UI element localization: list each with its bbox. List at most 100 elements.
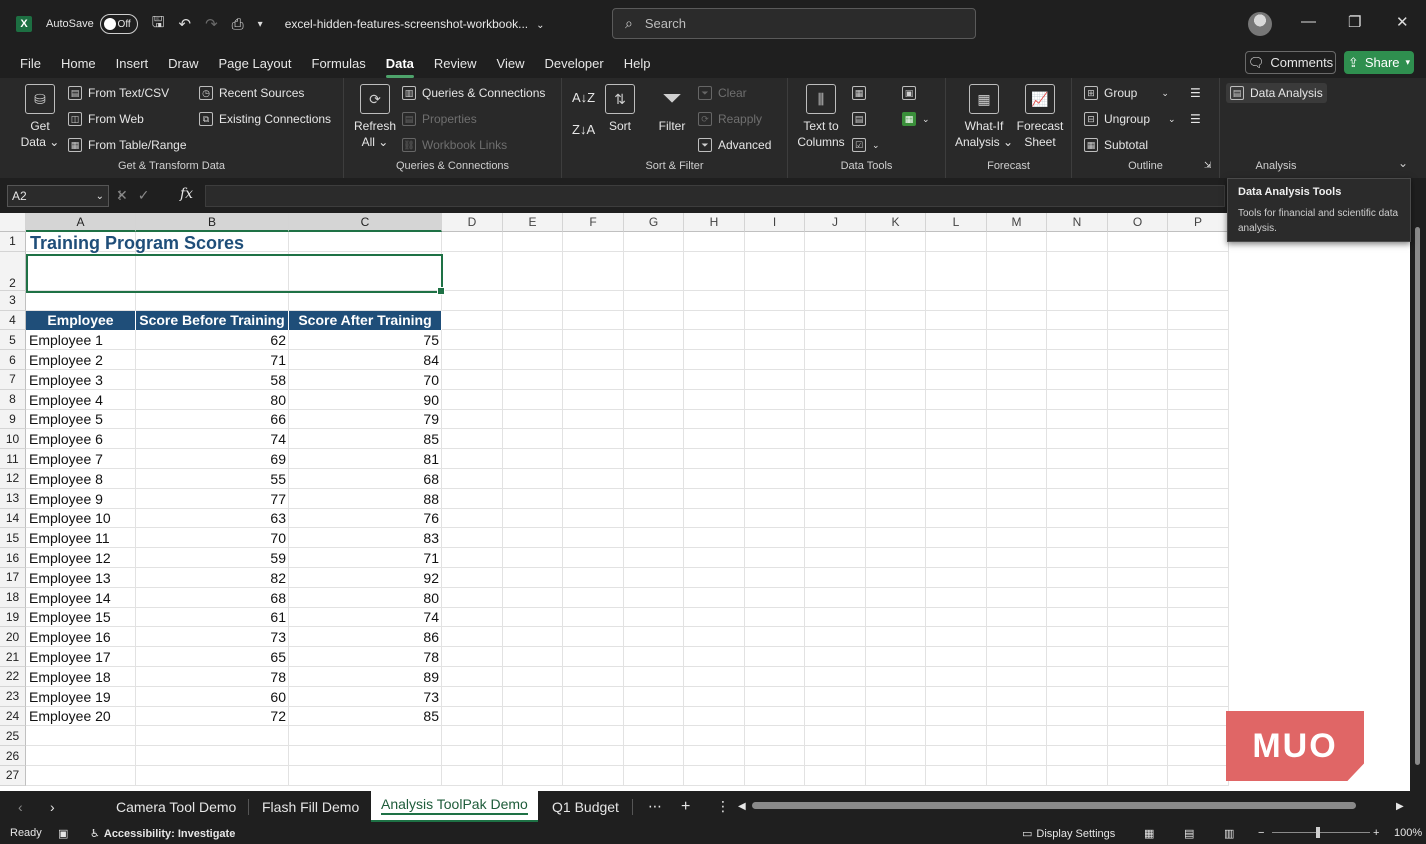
zoom-out-icon[interactable]: − xyxy=(1258,827,1264,839)
what-if-analysis-button[interactable]: ▦ What-If Analysis ⌄ xyxy=(954,84,1014,150)
table-cell[interactable]: 78 xyxy=(289,647,442,667)
save-icon[interactable]: 🖫 xyxy=(152,12,165,37)
zoom-slider-track[interactable] xyxy=(1272,832,1370,833)
horizontal-scrollbar[interactable] xyxy=(752,802,1356,809)
next-sheet-icon[interactable]: › xyxy=(50,791,55,822)
worksheet-grid[interactable]: ABCDEFGHIJKLMNOP 1 2 3 4 5 6 7 8 9 10 11 12 13 14 15 16… xyxy=(0,213,1410,791)
tab-q1-budget[interactable]: Q1 Budget xyxy=(552,791,619,822)
row-header-12[interactable]: 12 xyxy=(0,469,26,489)
table-cell[interactable]: 71 xyxy=(289,548,442,568)
table-cell[interactable]: Employee 15 xyxy=(26,608,136,628)
table-cell[interactable]: Employee 4 xyxy=(26,390,136,410)
table-cell[interactable]: Employee 8 xyxy=(26,469,136,489)
row-header-19[interactable]: 19 xyxy=(0,607,26,628)
tab-camera-tool-demo[interactable]: Camera Tool Demo xyxy=(116,791,236,822)
sort-button[interactable]: ⇅ Sort xyxy=(602,84,638,134)
reapply-button[interactable]: ⟳ Reapply xyxy=(698,112,762,126)
row-header-16[interactable]: 16 xyxy=(0,548,26,568)
table-cell[interactable]: 76 xyxy=(289,509,442,529)
row-header-10[interactable]: 10 xyxy=(0,429,26,450)
properties-button[interactable]: ▤ Properties xyxy=(402,112,477,126)
table-cell[interactable]: 80 xyxy=(136,390,289,410)
tab-analysis-toolpak-demo[interactable]: Analysis ToolPak Demo xyxy=(371,791,538,822)
table-cell[interactable]: 62 xyxy=(136,330,289,350)
display-settings-button[interactable]: ▭ Display Settings xyxy=(1022,827,1115,841)
macro-record-icon[interactable]: ▣ xyxy=(58,827,68,840)
table-cell[interactable]: 79 xyxy=(289,410,442,430)
formula-input[interactable] xyxy=(205,185,1225,207)
column-header-a[interactable]: A xyxy=(26,213,136,232)
column-header-p[interactable]: P xyxy=(1168,213,1229,232)
table-cell[interactable]: 59 xyxy=(136,548,289,568)
menu-insert[interactable]: Insert xyxy=(116,52,149,75)
undo-icon[interactable]: ↶ xyxy=(178,15,191,33)
file-name[interactable]: excel-hidden-features-screenshot-workboo… xyxy=(285,17,545,31)
table-cell[interactable]: 63 xyxy=(136,509,289,529)
table-header-cell[interactable]: Employee xyxy=(26,310,136,331)
close-icon[interactable]: ✕ xyxy=(1396,13,1409,31)
table-cell[interactable]: Employee 9 xyxy=(26,489,136,509)
refresh-all-button[interactable]: ⟳ Refresh All ⌄ xyxy=(352,84,398,150)
zoom-level[interactable]: 100% xyxy=(1394,827,1422,839)
row-header-26[interactable]: 26 xyxy=(0,746,26,766)
existing-connections-button[interactable]: ⧉ Existing Connections xyxy=(199,112,331,126)
get-data-button[interactable]: ⛁ Get Data ⌄ xyxy=(18,84,62,150)
column-header-l[interactable]: L xyxy=(926,213,987,232)
table-cell[interactable]: 88 xyxy=(289,489,442,509)
table-cell[interactable]: Employee 11 xyxy=(26,528,136,548)
vertical-scrollbar[interactable] xyxy=(1410,213,1426,791)
row-header-27[interactable]: 27 xyxy=(0,766,26,786)
row-header-2[interactable]: 2 xyxy=(0,251,26,291)
consolidate-button[interactable]: ▣ xyxy=(902,86,916,100)
customize-toolbar-icon[interactable]: ▾ xyxy=(258,19,263,30)
menu-view[interactable]: View xyxy=(497,52,525,75)
table-header-cell[interactable]: Score Before Training xyxy=(136,310,289,331)
table-cell[interactable]: 82 xyxy=(136,568,289,588)
table-cell[interactable]: 71 xyxy=(136,350,289,370)
comments-button[interactable]: 🗨 Comments xyxy=(1245,51,1336,74)
menu-formulas[interactable]: Formulas xyxy=(312,52,366,75)
table-cell[interactable]: 80 xyxy=(289,588,442,608)
accessibility-button[interactable]: ♿ Accessibility: Investigate xyxy=(90,827,235,841)
zoom-in-icon[interactable]: + xyxy=(1373,827,1379,839)
show-detail-button[interactable]: ☰ xyxy=(1190,86,1201,100)
group-button[interactable]: ⊞ Group ⌄ xyxy=(1084,86,1169,100)
column-header-d[interactable]: D xyxy=(442,213,503,232)
scroll-left-icon[interactable]: ◀ xyxy=(738,791,746,822)
column-header-o[interactable]: O xyxy=(1108,213,1168,232)
share-button[interactable]: ⇪ Share ▾ xyxy=(1344,51,1414,74)
menu-help[interactable]: Help xyxy=(624,52,651,75)
tab-flash-fill-demo[interactable]: Flash Fill Demo xyxy=(262,791,359,822)
table-cell[interactable]: 74 xyxy=(289,608,442,628)
minimize-icon[interactable]: — xyxy=(1301,13,1316,30)
row-header-9[interactable]: 9 xyxy=(0,409,26,430)
redo-icon[interactable]: ↷ xyxy=(205,15,218,33)
tabs-options-icon[interactable]: ⋮ xyxy=(716,791,730,822)
column-header-k[interactable]: K xyxy=(866,213,926,232)
row-header-6[interactable]: 6 xyxy=(0,350,26,370)
column-header-h[interactable]: H xyxy=(684,213,745,232)
row-header-1[interactable]: 1 xyxy=(0,232,26,252)
column-header-e[interactable]: E xyxy=(503,213,563,232)
table-cell[interactable]: 77 xyxy=(136,489,289,509)
zoom-slider-thumb[interactable] xyxy=(1316,827,1320,838)
table-cell[interactable]: 90 xyxy=(289,390,442,410)
row-header-3[interactable]: 3 xyxy=(0,290,26,311)
cancel-enter-icons[interactable]: ✕✓ xyxy=(116,187,159,204)
table-cell[interactable]: Employee 5 xyxy=(26,410,136,430)
row-header-20[interactable]: 20 xyxy=(0,627,26,648)
table-cell[interactable]: 66 xyxy=(136,410,289,430)
table-cell[interactable]: 65 xyxy=(136,647,289,667)
table-cell[interactable]: Employee 3 xyxy=(26,370,136,390)
from-table-button[interactable]: ▦ From Table/Range xyxy=(68,138,187,152)
column-header-c[interactable]: C xyxy=(289,213,442,232)
row-header-23[interactable]: 23 xyxy=(0,686,26,707)
table-cell[interactable]: Employee 7 xyxy=(26,449,136,469)
table-cell[interactable]: 68 xyxy=(136,588,289,608)
table-cell[interactable]: Employee 18 xyxy=(26,667,136,687)
table-cell[interactable]: 92 xyxy=(289,568,442,588)
table-cell[interactable]: 73 xyxy=(289,687,442,707)
row-header-25[interactable]: 25 xyxy=(0,726,26,747)
remove-duplicates-button[interactable]: ▤ xyxy=(852,112,866,126)
flash-fill-button[interactable]: ▦ xyxy=(852,86,866,100)
